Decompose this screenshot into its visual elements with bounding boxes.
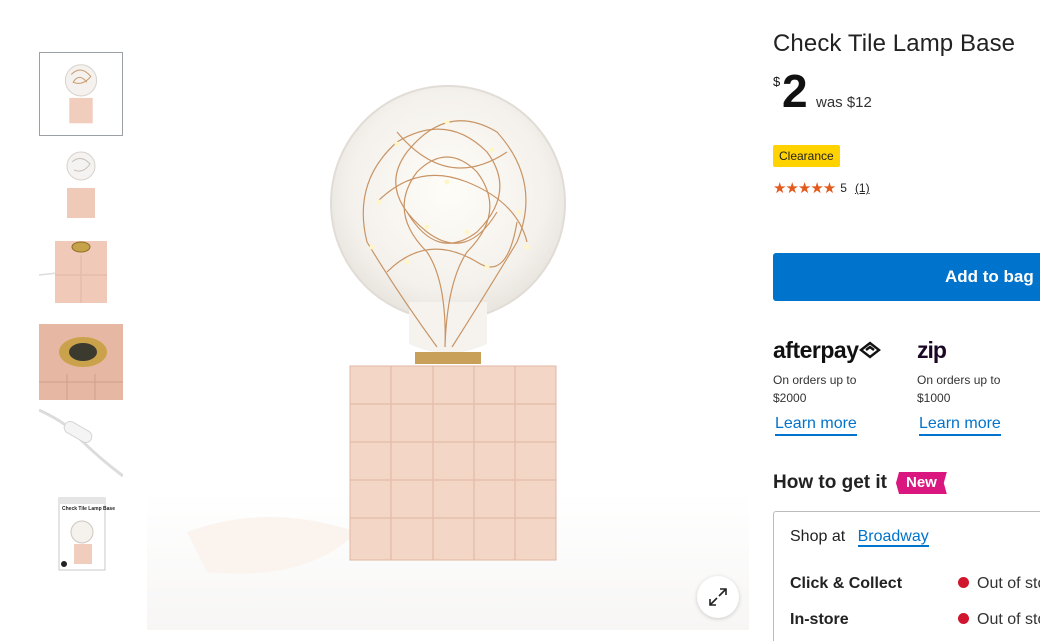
thumbnail-5[interactable]	[39, 404, 123, 488]
zip-logo: zip	[917, 336, 947, 363]
in-store-label: In-store	[790, 611, 849, 628]
current-price: 2	[782, 65, 808, 117]
thumbnail-3[interactable]	[39, 235, 123, 319]
zip-learn-more-link[interactable]: Learn more	[919, 415, 1001, 436]
rating-row: ★★★★★ 5 (1)	[773, 179, 1040, 197]
product-title: Check Tile Lamp Base	[773, 30, 1016, 57]
product-info-panel: Check Tile Lamp Base $ 2 was $12 Clearan…	[773, 30, 1040, 197]
click-collect-status: Out of stock	[958, 575, 1040, 593]
click-collect-row: Click & Collect Out of stock	[790, 575, 1040, 593]
review-count-link[interactable]: (1)	[855, 181, 870, 195]
svg-text:Check Tile Lamp Base: Check Tile Lamp Base	[62, 506, 115, 512]
how-to-get-it-header: How to get it New	[773, 472, 947, 494]
zip-note: On orders up to $1000	[917, 373, 1001, 405]
thumbnail-1[interactable]	[39, 52, 123, 136]
thumbnail-6[interactable]: Check Tile Lamp Base	[39, 494, 123, 578]
in-store-status: Out of stock	[958, 611, 1040, 629]
store-availability-box: Shop at Broadway Click & Collect Out of …	[773, 511, 1040, 641]
afterpay-arrows-icon	[859, 341, 882, 359]
thumbnail-2[interactable]	[39, 146, 123, 230]
click-collect-label: Click & Collect	[790, 575, 903, 592]
in-store-row: In-store Out of stock	[790, 611, 1040, 629]
add-to-bag-button[interactable]: Add to bag	[773, 253, 1040, 301]
how-to-get-it-title: How to get it	[773, 472, 887, 493]
afterpay-section: afterpay On orders up to $2000 Learn mor…	[773, 336, 913, 436]
clearance-badge: Clearance	[773, 145, 840, 167]
thumbnail-4[interactable]	[39, 324, 123, 408]
was-price: was $12	[816, 94, 872, 111]
out-of-stock-dot-icon	[958, 613, 969, 624]
price-row: $ 2 was $12	[773, 68, 1040, 120]
currency-symbol: $	[773, 74, 781, 89]
afterpay-note: On orders up to $2000	[773, 373, 857, 405]
afterpay-logo: afterpay	[773, 336, 913, 364]
zip-section: zip On orders up to $1000 Learn more	[917, 336, 1040, 436]
new-badge: New	[895, 472, 947, 494]
shop-at-row: Shop at Broadway	[790, 528, 929, 547]
rating-value: 5	[840, 181, 847, 195]
star-rating-icon: ★★★★★	[773, 180, 836, 197]
expand-icon[interactable]	[697, 576, 739, 618]
out-of-stock-dot-icon	[958, 577, 969, 588]
store-link[interactable]: Broadway	[857, 528, 929, 547]
afterpay-learn-more-link[interactable]: Learn more	[775, 415, 857, 436]
main-product-image[interactable]	[147, 62, 749, 630]
shop-at-label: Shop at	[790, 528, 846, 545]
